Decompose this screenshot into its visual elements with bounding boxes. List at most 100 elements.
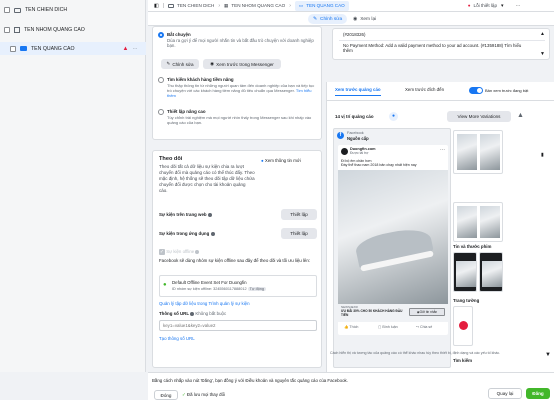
app-setup-button[interactable]: Thiết lập	[281, 228, 317, 239]
offline-desc: Facebook sẽ dùng nhóm sự kiện offline sa…	[159, 258, 311, 263]
thumb-story-2[interactable]	[479, 252, 503, 292]
payment-error: No Payment Method: Add a valid payment m…	[343, 43, 522, 54]
saved-status: ✓ Đã lưu mọi thay đổi	[182, 392, 226, 397]
check-icon: ✓	[182, 392, 186, 397]
offline-item: Default Offline Event Set For Duongfin	[172, 280, 247, 285]
sidebar-toggle-icon[interactable]: ◧	[154, 3, 159, 9]
grid-icon: ▦	[223, 2, 229, 8]
manage-dataset-link[interactable]: Quản lý tập dữ liệu trong Trình quản lý …	[159, 301, 250, 306]
check-circle-icon: ●	[163, 282, 167, 288]
feed-preview: f Facebook Nguồn cấp Duongfin.com Được t…	[333, 128, 451, 368]
publish-button[interactable]: Đăng	[526, 388, 550, 399]
scroll-up-icon[interactable]: ▲	[517, 112, 524, 119]
tree-adset[interactable]: TEN NHOM QUANG CAO	[4, 27, 85, 33]
thumb-feed-2[interactable]	[453, 202, 503, 242]
info-circle-icon: ●	[261, 158, 264, 163]
close-button[interactable]: Đóng	[154, 390, 178, 400]
like-icon: 👍	[344, 325, 349, 329]
crumb-ad[interactable]: ▭ TEN QUANG CAO	[294, 0, 349, 11]
more-icon[interactable]: ⋯	[440, 147, 445, 153]
offline-event-set: ● Default Offline Event Set For Duongfin…	[159, 275, 317, 297]
tracking-card: Theo dõi Theo dõi tất cả dữ liệu sự kiện…	[152, 150, 322, 368]
ad-checkbox[interactable]	[10, 45, 16, 52]
tab-destination-preview[interactable]: Xem trước đích đến	[405, 87, 444, 92]
scroll-up-icon[interactable]: ▲	[540, 31, 545, 37]
opt2-desc: Thu thập thông tin từ những người quan t…	[167, 83, 315, 98]
adset-grid-icon	[14, 27, 20, 33]
error-id: (#2018326)	[343, 32, 366, 37]
campaign-checkbox[interactable]	[4, 7, 10, 13]
ad-icon: ▭	[298, 2, 304, 8]
warning-icon: ▲	[122, 45, 129, 52]
eye-icon: ◉	[353, 16, 358, 22]
page-avatar	[341, 148, 348, 155]
crumb-adset[interactable]: ▦ TEN NHOM QUANG CAO	[224, 3, 285, 9]
ad-name: TEN QUANG CAO	[31, 45, 75, 52]
scroll-down-icon[interactable]: ▼	[540, 51, 545, 57]
section-search: Tìm kiếm	[453, 358, 473, 363]
thumb-instream[interactable]	[453, 306, 473, 346]
edit-review-bar: ✎ Chỉnh sửa ◉ Xem lại	[148, 12, 554, 26]
tree-ad[interactable]: TEN QUANG CAO ▲ ⋯	[0, 42, 146, 55]
radio-lead[interactable]	[158, 77, 164, 83]
whats-new-button[interactable]: ● Xem thông tin mới	[261, 158, 301, 163]
edit-button[interactable]: ✎ Chỉnh sửa	[161, 59, 199, 69]
radio-start-conversation[interactable]	[158, 32, 164, 38]
destination-card: Bắt chuyện Dùa ra gợi ý để mọi người nhắ…	[152, 26, 322, 140]
ad-body: Đi bộ êm chân hơn Đầy thể thao nam 2018 …	[341, 159, 417, 168]
preview-panel: Xem trước quảng cáo Xem trước đích đến B…	[326, 82, 554, 372]
footer-bar: Bằng cách nhấp vào nút 'Đăng', bạn đồng …	[148, 372, 554, 400]
send-message-button[interactable]: ◉ Gửi tin nhắn	[409, 308, 445, 316]
tracking-title: Theo dõi	[159, 156, 183, 162]
ad-icon	[20, 46, 27, 51]
campaign-folder-icon	[14, 7, 21, 13]
more-icon[interactable]: ⋯	[132, 46, 137, 52]
url-params-input[interactable]	[159, 320, 317, 331]
offline-row[interactable]: ✓ Sự kiện offline	[159, 249, 200, 255]
view-variations-button[interactable]: View More Variations	[447, 111, 511, 122]
app-events-label: Sự kiện trong ứng dụng	[159, 231, 215, 236]
facebook-icon: f	[337, 132, 344, 139]
campaign-tree: TEN CHIEN DICH TEN NHOM QUANG CAO TEN QU…	[0, 0, 146, 372]
opt3-title: Thiết lập nâng cao	[167, 109, 206, 114]
tab-edit[interactable]: ✎ Chỉnh sửa	[308, 14, 348, 24]
tab-review[interactable]: ◉ Xem lại	[348, 14, 381, 24]
preview-toggle[interactable]	[469, 87, 483, 94]
toggle-label: Bản xem trước đang bật	[485, 88, 529, 93]
campaign-name: TEN CHIEN DICH	[25, 7, 68, 13]
status-indicator: ● Lỗi thiết lập	[467, 3, 498, 8]
web-events-label: Sự kiện trên trang web	[159, 212, 212, 217]
checkbox-checked-icon: ✓	[159, 249, 165, 255]
crumb-campaign[interactable]: TEN CHIEN DICH	[168, 3, 214, 8]
build-url-link[interactable]: Tạo thông số URL	[159, 336, 195, 341]
sponsored-label: Được tài trợ	[350, 151, 369, 155]
tree-campaign[interactable]: TEN CHIEN DICH	[4, 7, 67, 13]
pencil-icon: ✎	[166, 61, 171, 66]
preview-footnote: Cách hiển thị và tương tác của quảng cáo…	[330, 351, 501, 355]
thumb-story-1[interactable]	[453, 252, 477, 292]
like-action[interactable]: 👍 Thích	[344, 325, 358, 330]
opt1-desc: Dùa ra gợi ý để mọi người nhắn tin và bắ…	[167, 38, 314, 49]
web-setup-button[interactable]: Thiết lập	[281, 209, 317, 220]
chevron-down-icon[interactable]: ▾	[501, 3, 504, 9]
placement-label: Nguồn cấp	[347, 136, 369, 141]
share-action[interactable]: ↪ Chia sẻ	[416, 325, 432, 330]
terms-text: Bằng cách nhấp vào nút 'Đăng', bạn đồng …	[152, 378, 348, 383]
thumb-feed-1[interactable]	[453, 130, 503, 174]
breadcrumb: ◧ | TEN CHIEN DICH › ▦ TEN NHOM QUANG CAO…	[148, 0, 554, 12]
comment-action[interactable]: ▢ Bình luận	[378, 325, 398, 330]
preview-messenger-button[interactable]: ◉ Xem trước trong Messenger	[203, 59, 281, 69]
opt2-title: Tìm kiếm khách hàng tiềm năng	[167, 77, 234, 82]
opt3-desc: Tùy chỉnh trải nghiệm mà mọi người nhìn …	[167, 115, 312, 125]
more-options-icon[interactable]: ⋯	[516, 3, 521, 9]
info-icon	[210, 231, 215, 236]
adset-checkbox[interactable]	[4, 27, 10, 33]
video-icon	[459, 321, 468, 330]
comment-icon: ▢	[378, 325, 382, 329]
scrollbar[interactable]: ▮	[541, 152, 544, 158]
radio-advanced[interactable]	[158, 109, 164, 115]
ad-image	[338, 170, 448, 304]
back-button[interactable]: Quay lại	[488, 388, 522, 399]
placement-info-icon[interactable]: ●	[389, 112, 398, 121]
tab-ad-preview[interactable]: Xem trước quảng cáo	[335, 87, 381, 97]
